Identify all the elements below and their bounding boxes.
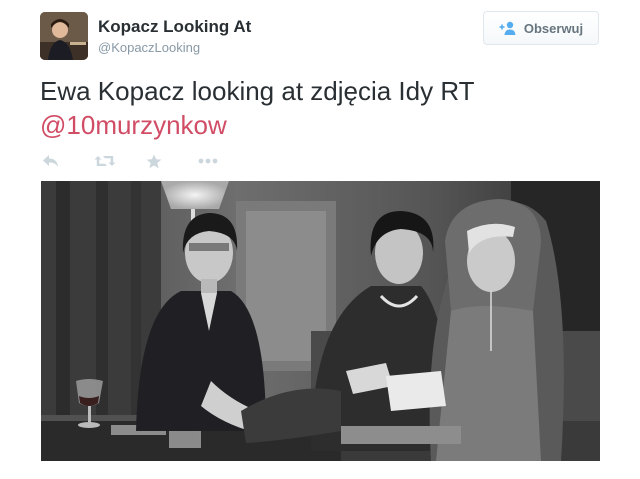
reply-button[interactable]	[42, 151, 94, 171]
tweet-card: Kopacz Looking At @KopaczLooking Obserwu…	[0, 0, 640, 479]
more-button[interactable]	[198, 151, 250, 171]
account-handle[interactable]: @KopaczLooking	[98, 40, 200, 55]
photo-illustration	[41, 181, 600, 461]
more-dots-icon	[198, 158, 218, 164]
star-icon	[146, 154, 162, 168]
tweet-body: Ewa Kopacz looking at zdjęcia Idy RT	[40, 76, 475, 106]
mention-link[interactable]: @10murzynkow	[40, 108, 600, 142]
avatar[interactable]	[40, 12, 88, 60]
tweet-text: Ewa Kopacz looking at zdjęcia Idy RT @10…	[40, 74, 600, 142]
favorite-button[interactable]	[146, 151, 198, 171]
retweet-button[interactable]	[94, 151, 146, 171]
follow-button-label: Obserwuj	[523, 20, 584, 36]
follow-button[interactable]: Obserwuj	[483, 11, 599, 45]
account-name[interactable]: Kopacz Looking At	[98, 17, 251, 37]
tweet-actions	[42, 151, 250, 171]
profile-photo-icon	[40, 12, 88, 60]
retweet-icon	[94, 156, 116, 166]
reply-icon	[43, 155, 58, 167]
add-person-icon	[499, 21, 516, 35]
tweet-image[interactable]	[41, 181, 600, 461]
